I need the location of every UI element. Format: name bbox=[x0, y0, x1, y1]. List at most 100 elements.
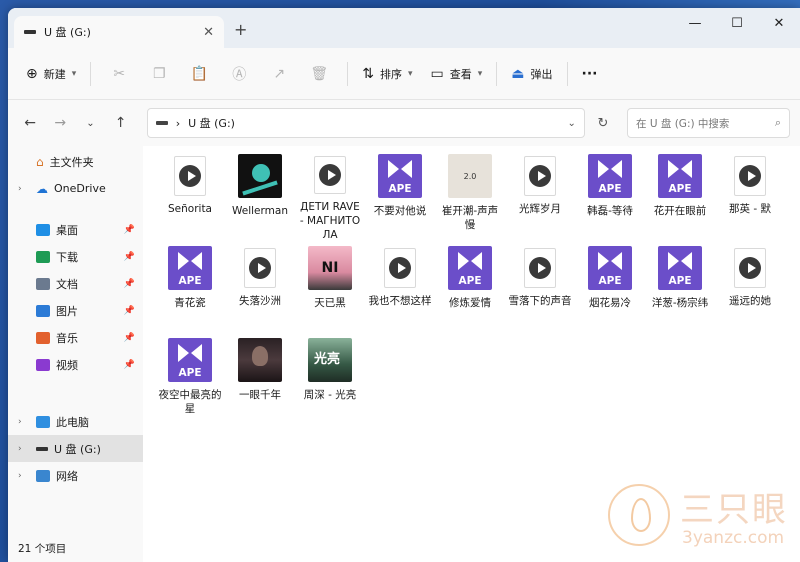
cut-icon[interactable]: ✂ bbox=[99, 66, 139, 82]
eject-button-label: 弹出 bbox=[530, 67, 553, 81]
file-item[interactable]: APE 青花瓷 bbox=[155, 242, 225, 334]
sidebar-item-usb-drive[interactable]: › U 盘 (G:) bbox=[8, 435, 143, 462]
copy-icon[interactable]: ❐ bbox=[139, 66, 179, 82]
new-button[interactable]: ⊕ 新建 ▾ bbox=[20, 58, 82, 90]
sidebar-item-home[interactable]: ⌂ 主文件夹 bbox=[8, 148, 143, 175]
refresh-icon[interactable]: ↻ bbox=[591, 116, 615, 131]
file-item[interactable]: APE 洋葱-杨宗纬 bbox=[645, 242, 715, 334]
file-item[interactable]: 一眼千年 bbox=[225, 334, 295, 426]
file-name[interactable]: 天已黑 bbox=[297, 296, 363, 310]
folder-icon bbox=[36, 250, 50, 263]
file-item[interactable]: APE 修炼爱情 bbox=[435, 242, 505, 334]
file-item[interactable]: APE 韩磊-等待 bbox=[575, 150, 645, 242]
file-item[interactable]: 我也不想这样 bbox=[365, 242, 435, 334]
sidebar-item-label: 网络 bbox=[56, 469, 78, 483]
file-item[interactable]: 那英 - 默 bbox=[715, 150, 785, 242]
expand-chevron-icon[interactable]: › bbox=[18, 417, 22, 427]
file-item[interactable]: ДЕТИ RAVE - МАГНИТОЛА bbox=[295, 150, 365, 242]
pin-icon[interactable]: 📌 bbox=[124, 306, 135, 316]
expand-chevron-icon[interactable]: › bbox=[18, 471, 22, 481]
file-name[interactable]: 我也不想这样 bbox=[367, 294, 433, 308]
navigation-pane: ⌂ 主文件夹 › ☁ OneDrive 桌面 📌 下载 📌 文档 📌 图片 📌 音乐 📌 视频 📌 ›… bbox=[8, 146, 143, 562]
sidebar-item-this-pc[interactable]: › 此电脑 bbox=[8, 408, 143, 435]
address-dropdown-chevron-icon[interactable]: ⌄ bbox=[567, 118, 575, 129]
address-bar[interactable]: › U 盘 (G:) ⌄ bbox=[146, 108, 585, 138]
sidebar-item-onedrive[interactable]: › ☁ OneDrive bbox=[8, 175, 143, 202]
paste-icon[interactable]: 📋 bbox=[179, 66, 219, 82]
file-name[interactable]: 花开在眼前 bbox=[647, 204, 713, 218]
pin-icon[interactable]: 📌 bbox=[124, 279, 135, 289]
file-item[interactable]: APE 烟花易冷 bbox=[575, 242, 645, 334]
view-button[interactable]: ▭ 查看 ▾ bbox=[425, 58, 489, 90]
file-item[interactable]: 2.0 崔开潮-声声慢 bbox=[435, 150, 505, 242]
share-icon[interactable]: ↗ bbox=[259, 66, 299, 82]
rename-icon[interactable]: Ⓐ bbox=[219, 64, 259, 84]
ape-file-icon: APE bbox=[658, 246, 702, 290]
file-name[interactable]: ДЕТИ RAVE - МАГНИТОЛА bbox=[297, 200, 363, 242]
file-item[interactable]: APE 不要对他说 bbox=[365, 150, 435, 242]
file-name[interactable]: 修炼爱情 bbox=[437, 296, 503, 310]
expand-chevron-icon[interactable]: › bbox=[18, 184, 22, 194]
file-name[interactable]: 光辉岁月 bbox=[507, 202, 573, 216]
breadcrumb-path[interactable]: U 盘 (G:) bbox=[188, 115, 559, 131]
file-name[interactable]: 不要对他说 bbox=[367, 204, 433, 218]
file-name[interactable]: 失落沙洲 bbox=[227, 294, 293, 308]
file-name[interactable]: 崔开潮-声声慢 bbox=[437, 204, 503, 232]
more-options-button[interactable]: ··· bbox=[576, 58, 604, 90]
sidebar-item-quick-access[interactable]: 桌面 📌 bbox=[8, 216, 143, 243]
file-name[interactable]: 韩磊-等待 bbox=[577, 204, 643, 218]
file-item[interactable]: 光辉岁月 bbox=[505, 150, 575, 242]
sidebar-item-quick-access[interactable]: 图片 📌 bbox=[8, 297, 143, 324]
file-item[interactable]: 光亮 周深 - 光亮 bbox=[295, 334, 365, 426]
new-tab-button[interactable]: + bbox=[234, 20, 247, 39]
view-button-label: 查看 bbox=[449, 67, 472, 81]
file-item[interactable]: 雪落下的声音 bbox=[505, 242, 575, 334]
file-name[interactable]: 洋葱-杨宗纬 bbox=[647, 296, 713, 310]
file-item[interactable]: 遥远的她 bbox=[715, 242, 785, 334]
file-item[interactable]: NI 天已黑 bbox=[295, 242, 365, 334]
maximize-button[interactable]: ☐ bbox=[716, 8, 758, 38]
file-item[interactable]: APE 夜空中最亮的星 bbox=[155, 334, 225, 426]
sidebar-item-quick-access[interactable]: 文档 📌 bbox=[8, 270, 143, 297]
file-item[interactable]: APE 花开在眼前 bbox=[645, 150, 715, 242]
home-icon: ⌂ bbox=[36, 154, 44, 169]
media-file-icon bbox=[244, 248, 276, 288]
file-name[interactable]: 青花瓷 bbox=[157, 296, 223, 310]
back-arrow-icon[interactable]: ← bbox=[18, 115, 42, 131]
file-item[interactable]: 失落沙洲 bbox=[225, 242, 295, 334]
expand-chevron-icon[interactable]: › bbox=[18, 444, 22, 454]
tab-close-button[interactable]: ✕ bbox=[203, 25, 214, 40]
minimize-button[interactable]: — bbox=[674, 8, 716, 38]
file-item[interactable]: Señorita bbox=[155, 150, 225, 242]
sidebar-item-quick-access[interactable]: 下载 📌 bbox=[8, 243, 143, 270]
file-name[interactable]: Señorita bbox=[157, 202, 223, 216]
search-box[interactable]: 在 U 盘 (G:) 中搜索 ⌕ bbox=[627, 108, 791, 138]
eject-button[interactable]: ⏏ 弹出 bbox=[505, 58, 558, 90]
sidebar-item-quick-access[interactable]: 视频 📌 bbox=[8, 351, 143, 378]
pin-icon[interactable]: 📌 bbox=[124, 360, 135, 370]
forward-arrow-icon[interactable]: → bbox=[48, 115, 72, 131]
file-name[interactable]: 夜空中最亮的星 bbox=[157, 388, 223, 416]
pin-icon[interactable]: 📌 bbox=[124, 252, 135, 262]
recent-locations-chevron-icon[interactable]: ⌄ bbox=[78, 118, 102, 129]
file-name[interactable]: 周深 - 光亮 bbox=[297, 388, 363, 402]
sidebar-item-quick-access[interactable]: 音乐 📌 bbox=[8, 324, 143, 351]
thumbnail-text: NI bbox=[321, 260, 339, 276]
file-name[interactable]: 那英 - 默 bbox=[717, 202, 783, 216]
file-name[interactable]: Wellerman bbox=[227, 204, 293, 218]
close-window-button[interactable]: ✕ bbox=[758, 8, 800, 38]
file-name[interactable]: 雪落下的声音 bbox=[507, 294, 573, 308]
pin-icon[interactable]: 📌 bbox=[124, 333, 135, 343]
sidebar-item-network[interactable]: › 网络 bbox=[8, 462, 143, 489]
file-name[interactable]: 烟花易冷 bbox=[577, 296, 643, 310]
file-name[interactable]: 遥远的她 bbox=[717, 294, 783, 308]
sort-button[interactable]: ⇅ 排序 ▾ bbox=[356, 58, 418, 90]
up-arrow-icon[interactable]: ↑ bbox=[109, 115, 133, 131]
tab-usb-drive[interactable]: U 盘 (G:) ✕ bbox=[14, 16, 224, 48]
file-item[interactable]: Wellerman bbox=[225, 150, 295, 242]
pin-icon[interactable]: 📌 bbox=[124, 225, 135, 235]
sidebar-item-label: U 盘 (G:) bbox=[54, 442, 101, 456]
delete-icon[interactable]: 🗑 bbox=[299, 66, 339, 82]
file-name[interactable]: 一眼千年 bbox=[227, 388, 293, 402]
